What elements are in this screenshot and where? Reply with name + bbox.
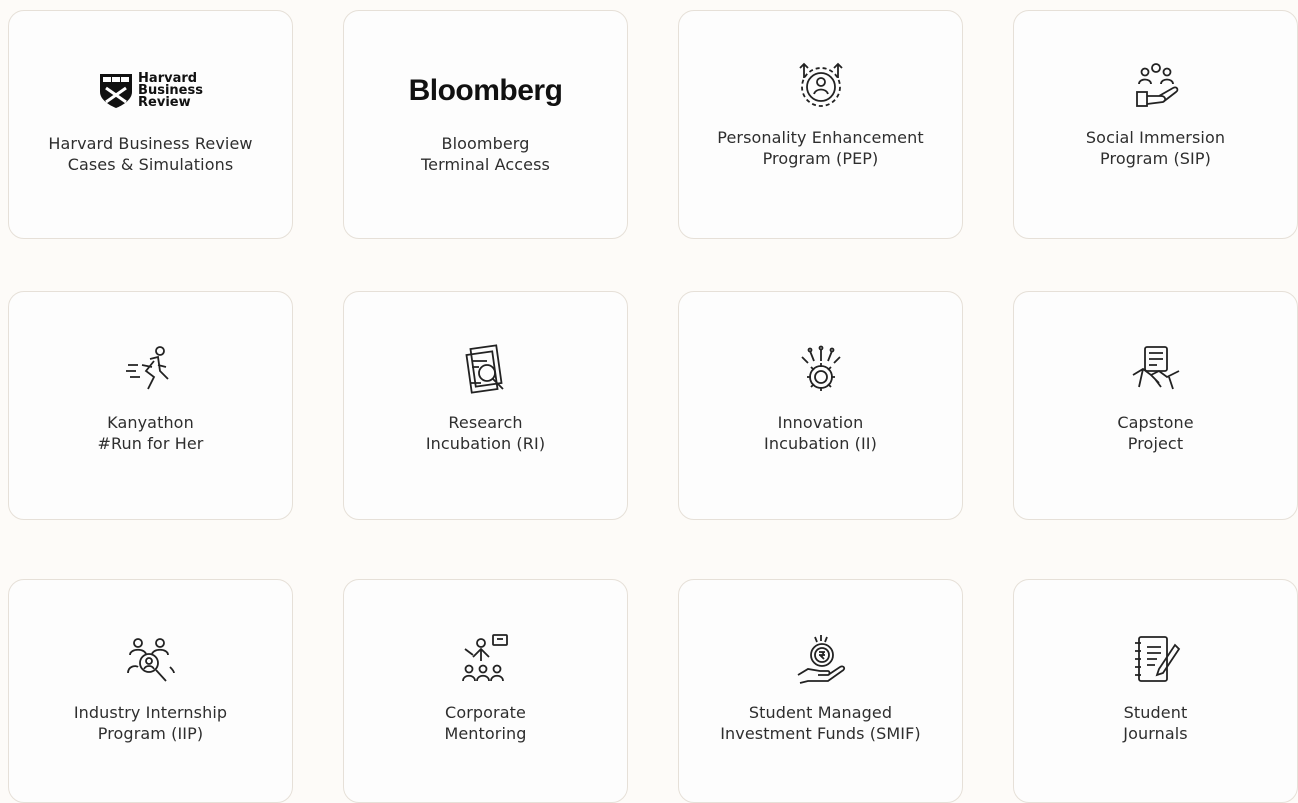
card-title: Capstone Project	[1117, 413, 1194, 453]
card-harvard-business-review[interactable]: Harvard Business Review Harvard Business…	[8, 10, 293, 239]
card-capstone-project[interactable]: Capstone Project	[1013, 291, 1298, 520]
card-student-journals[interactable]: Student Journals	[1013, 579, 1298, 803]
card-title: Student Managed Investment Funds (SMIF)	[720, 703, 921, 743]
card-research-incubation[interactable]: Research Incubation (RI)	[343, 291, 628, 520]
card-title: Student Journals	[1123, 703, 1188, 743]
card-kanyathon[interactable]: Kanyathon #Run for Her	[8, 291, 293, 520]
card-title: Kanyathon #Run for Her	[97, 413, 204, 453]
card-industry-internship[interactable]: Industry Internship Program (IIP)	[8, 579, 293, 803]
social-community-icon	[1014, 57, 1297, 113]
card-student-managed-investment-funds[interactable]: Student Managed Investment Funds (SMIF)	[678, 579, 963, 803]
card-title: Corporate Mentoring	[444, 703, 527, 743]
harvard-shield-icon	[100, 74, 133, 108]
card-title: Industry Internship Program (IIP)	[73, 703, 228, 743]
innovation-gear-icon	[679, 342, 962, 398]
harvard-logo-text: Harvard Business Review	[138, 71, 203, 110]
bloomberg-logo: Bloomberg	[408, 74, 563, 107]
harvard-logo: Harvard Business Review	[98, 63, 203, 119]
research-document-icon	[344, 342, 627, 398]
card-title: Bloomberg Terminal Access	[421, 134, 550, 174]
handshake-icon	[1014, 342, 1297, 398]
card-title: Social Immersion Program (SIP)	[1085, 128, 1226, 168]
card-title: Harvard Business Review Cases & Simulati…	[48, 134, 253, 174]
card-title: Research Incubation (RI)	[425, 413, 546, 453]
runner-icon	[9, 342, 292, 398]
program-grid: Harvard Business Review Harvard Business…	[0, 0, 1298, 803]
card-innovation-incubation[interactable]: Innovation Incubation (II)	[678, 291, 963, 520]
card-bloomberg[interactable]: Bloomberg Bloomberg Terminal Access	[343, 10, 628, 239]
personality-growth-icon	[679, 57, 962, 113]
mentor-presentation-icon	[344, 632, 627, 688]
card-personality-enhancement[interactable]: Personality Enhancement Program (PEP)	[678, 10, 963, 239]
card-corporate-mentoring[interactable]: Corporate Mentoring	[343, 579, 628, 803]
card-title: Innovation Incubation (II)	[764, 413, 877, 453]
card-social-immersion[interactable]: Social Immersion Program (SIP)	[1013, 10, 1298, 239]
coin-hand-icon	[679, 632, 962, 688]
journal-pen-icon	[1014, 632, 1297, 688]
team-search-icon	[9, 632, 292, 688]
card-title: Personality Enhancement Program (PEP)	[717, 128, 924, 168]
